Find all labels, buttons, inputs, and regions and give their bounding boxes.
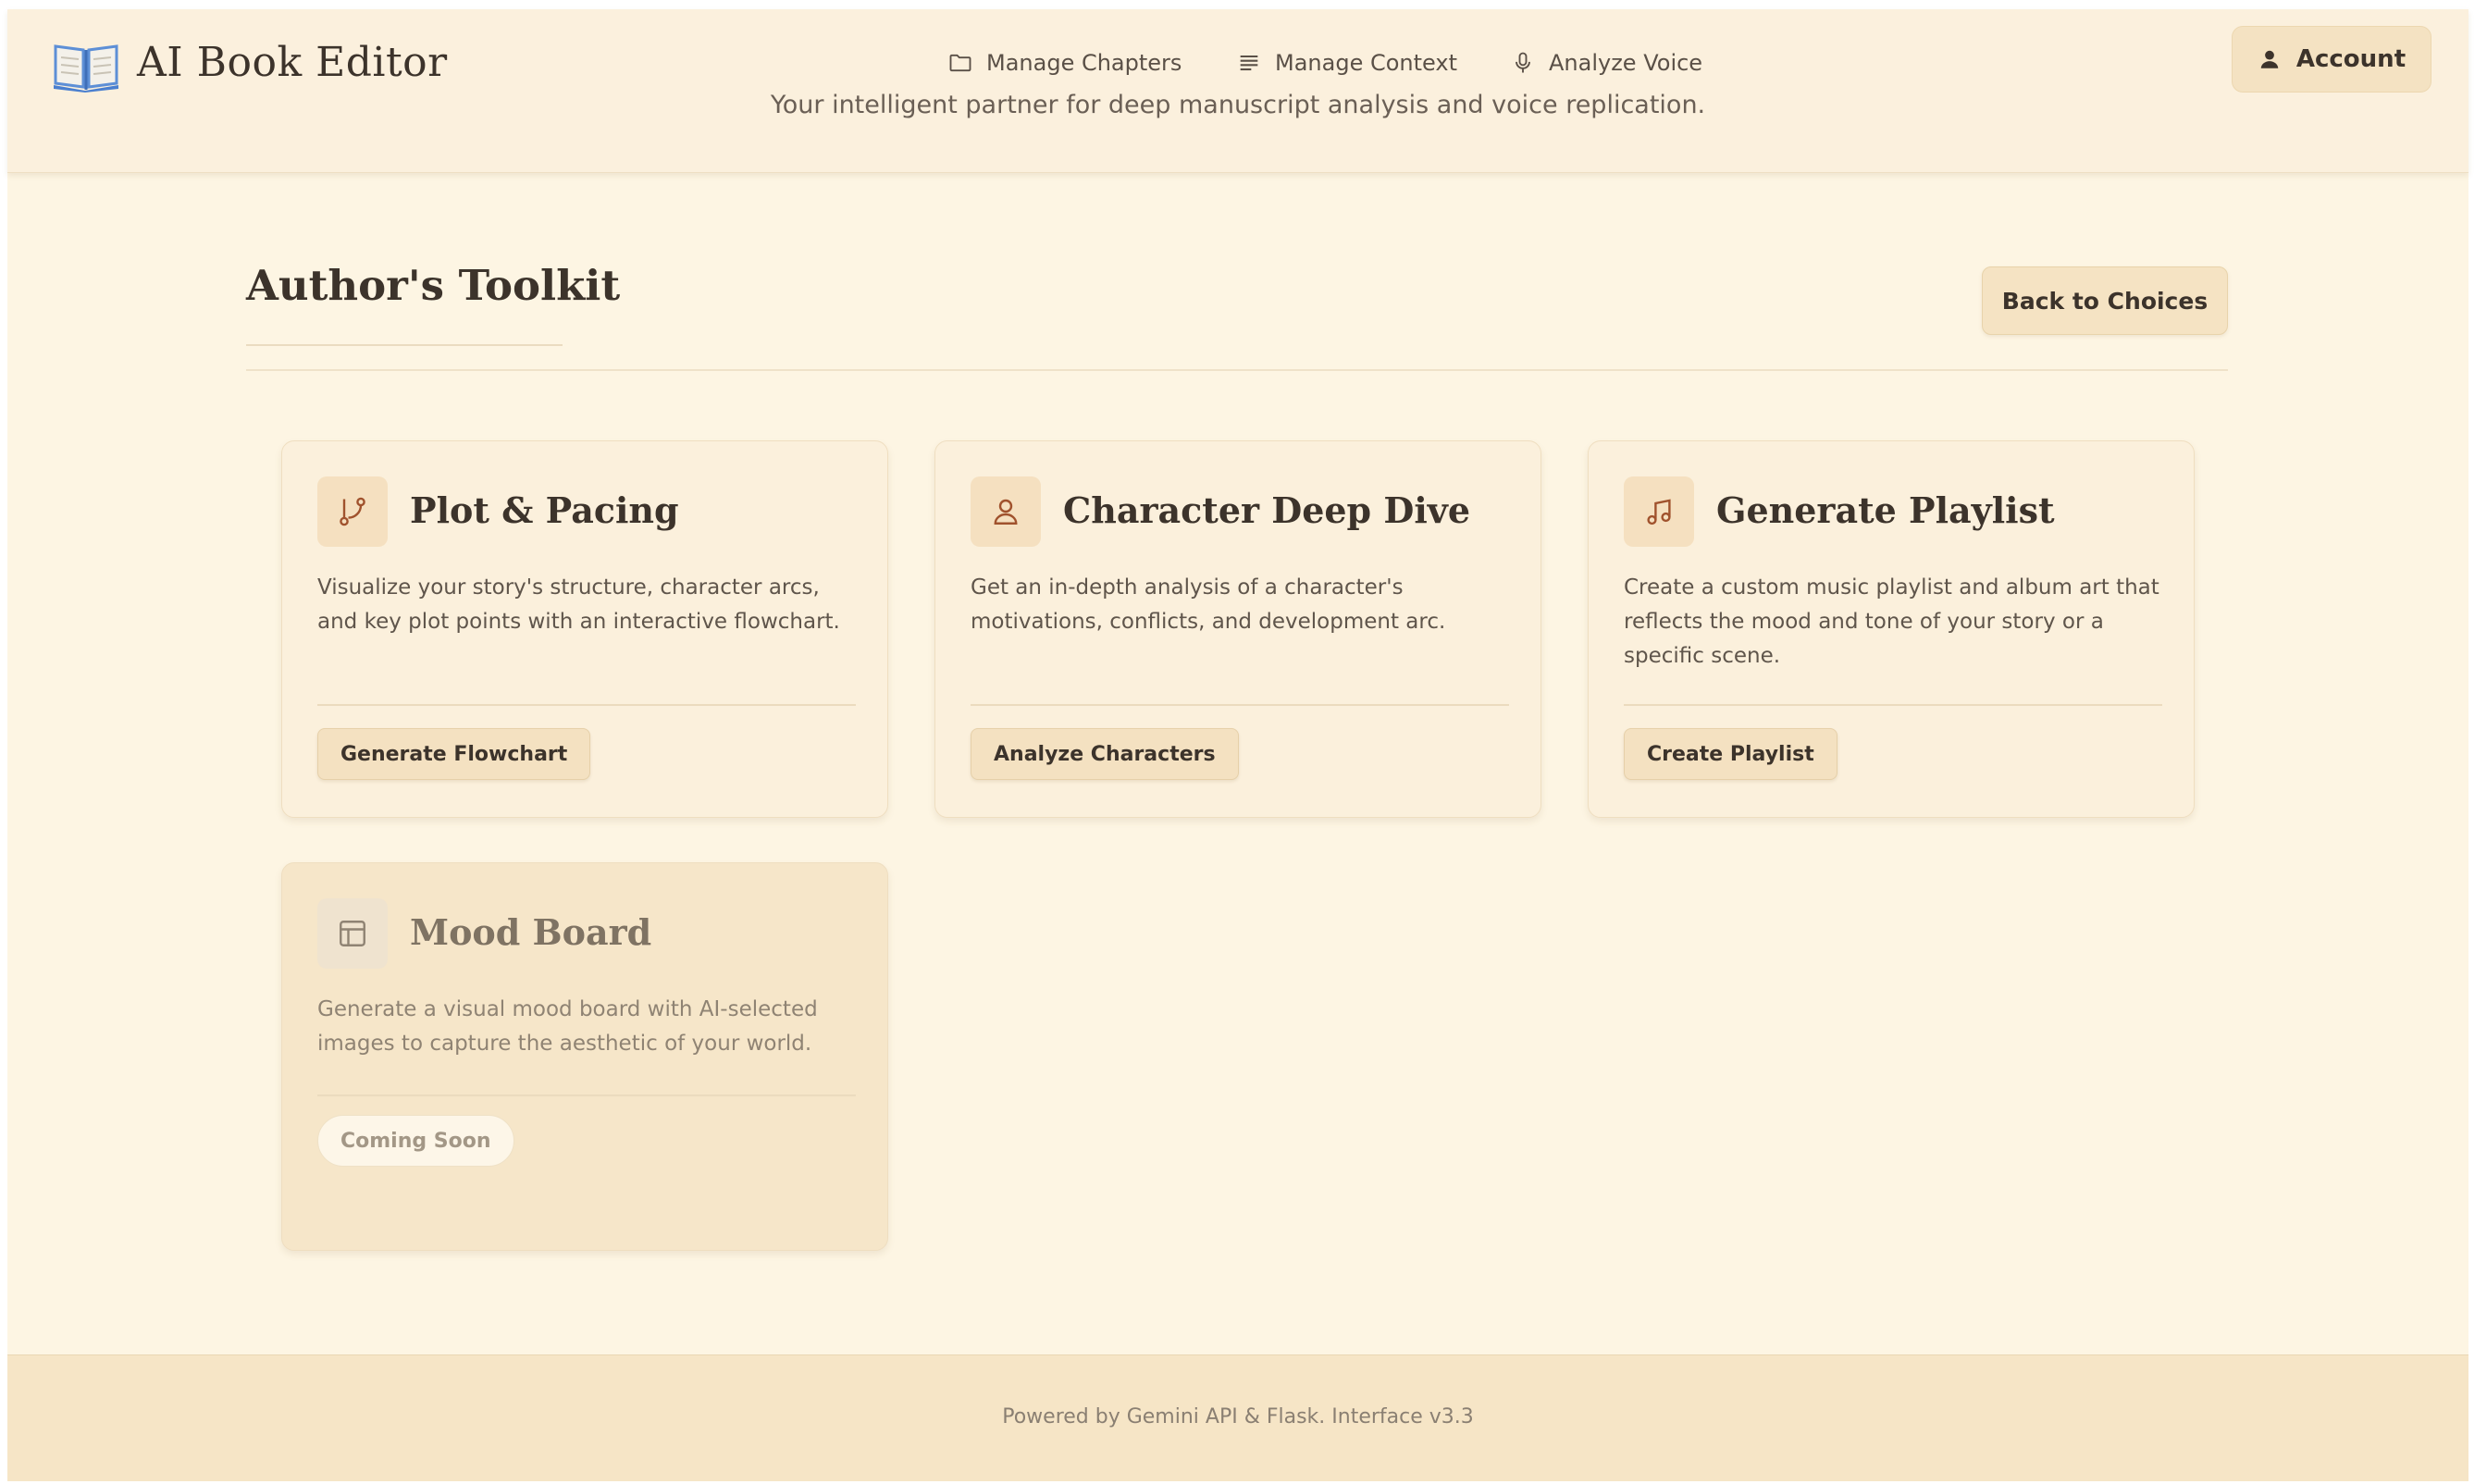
app-title: AI Book Editor — [137, 39, 448, 86]
card-plot-pacing: Plot & Pacing Visualize your story's str… — [281, 440, 888, 818]
card-title: Mood Board — [410, 911, 652, 953]
music-note-icon — [1624, 476, 1694, 547]
nav-manage-context[interactable]: Manage Context — [1236, 44, 1457, 81]
card-description: Generate a visual mood board with AI-sel… — [317, 997, 818, 1056]
card-title: Generate Playlist — [1716, 489, 2055, 531]
title-underline — [246, 344, 563, 346]
coming-soon-badge: Coming Soon — [317, 1115, 514, 1167]
create-playlist-button[interactable]: Create Playlist — [1624, 728, 1837, 780]
git-branch-icon — [317, 476, 388, 547]
footer: Powered by Gemini API & Flask. Interface… — [7, 1354, 2468, 1481]
tagline: Your intelligent partner for deep manusc… — [770, 91, 1706, 119]
card-divider — [1624, 704, 2162, 706]
card-character-deep-dive: Character Deep Dive Get an in-depth anal… — [934, 440, 1541, 818]
generate-flowchart-button[interactable]: Generate Flowchart — [317, 728, 591, 780]
nav-label: Manage Chapters — [986, 50, 1182, 76]
nav-manage-chapters[interactable]: Manage Chapters — [947, 44, 1182, 81]
card-divider — [317, 704, 856, 706]
nav-label: Manage Context — [1275, 50, 1457, 76]
analyze-characters-button[interactable]: Analyze Characters — [971, 728, 1239, 780]
microphone-icon — [1516, 52, 1530, 73]
footer-text: Powered by Gemini API & Flask. Interface… — [1002, 1405, 1474, 1428]
page-title: Author's Toolkit — [246, 261, 621, 310]
card-description: Get an in-depth analysis of a character'… — [971, 575, 1446, 634]
card-title: Plot & Pacing — [410, 489, 679, 531]
folder-icon — [949, 54, 971, 72]
user-icon — [2260, 50, 2279, 68]
section-divider — [246, 369, 2228, 371]
back-to-choices-button[interactable]: Back to Choices — [1982, 266, 2228, 335]
account-button[interactable]: Account — [2232, 26, 2431, 93]
user-icon — [971, 476, 1041, 547]
text-lines-icon — [1240, 55, 1258, 71]
card-mood-board: Mood Board Generate a visual mood board … — [281, 862, 888, 1251]
card-generate-playlist: Generate Playlist Create a custom music … — [1588, 440, 2195, 818]
app-window: AI Book Editor Manage Chapters Manage Co… — [7, 9, 2468, 1481]
card-divider — [971, 704, 1509, 706]
card-title: Character Deep Dive — [1063, 489, 1471, 531]
card-description: Create a custom music playlist and album… — [1624, 575, 2159, 668]
open-book-icon — [52, 39, 120, 93]
card-divider — [317, 1094, 856, 1096]
nav-analyze-voice[interactable]: Analyze Voice — [1510, 44, 1702, 81]
layout-icon — [317, 898, 388, 969]
card-description: Visualize your story's structure, charac… — [317, 575, 840, 634]
nav-label: Analyze Voice — [1549, 50, 1703, 76]
top-header: AI Book Editor Manage Chapters Manage Co… — [7, 9, 2468, 173]
account-label: Account — [2295, 45, 2407, 73]
